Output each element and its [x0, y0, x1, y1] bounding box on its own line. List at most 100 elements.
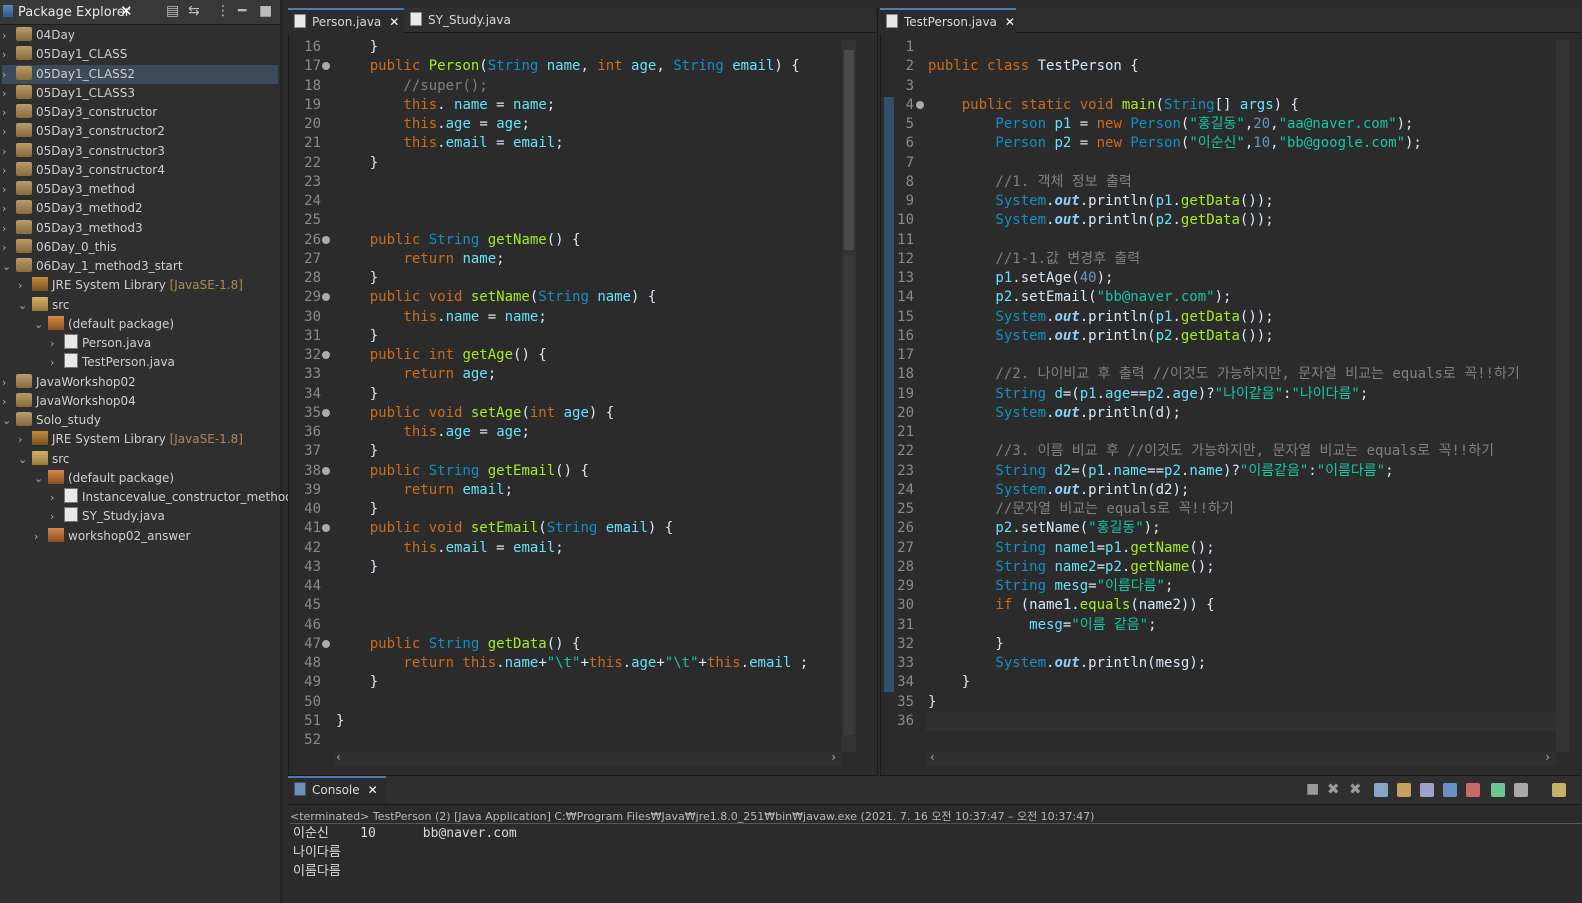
code-line[interactable]: } — [336, 673, 378, 692]
code-line[interactable]: public int getAge() { — [336, 346, 547, 365]
code-line[interactable]: } — [336, 558, 378, 577]
chevron-right-icon[interactable]: › — [50, 353, 64, 372]
close-tab-icon[interactable]: ✕ — [1005, 15, 1015, 29]
code-line[interactable]: String d=(p1.age==p2.age)?"나이같음":"나이다름"; — [928, 385, 1368, 404]
tree-item[interactable]: › Instancevalue_constructor_method.ja — [50, 488, 307, 507]
code-line[interactable]: this.email = email; — [336, 134, 563, 153]
chevron-right-icon[interactable]: › — [2, 26, 16, 45]
fold-toggle-icon[interactable] — [916, 100, 924, 109]
tree-item[interactable]: ⌄ (default package) — [34, 469, 278, 488]
tree-item[interactable]: › workshop02_answer — [34, 527, 278, 546]
code-line[interactable]: public void setName(String name) { — [336, 288, 657, 307]
scrollbar-thumb[interactable] — [844, 50, 854, 250]
code-line[interactable]: //1. 객체 정보 출력 — [928, 173, 1131, 192]
chevron-down-icon[interactable]: ⌄ — [18, 450, 32, 469]
chevron-right-icon[interactable]: › — [2, 373, 16, 392]
scroll-right-icon[interactable]: › — [831, 750, 836, 764]
tab-testperson-java[interactable]: TestPerson.java ✕ — [880, 8, 1016, 34]
close-icon[interactable]: ✕ — [120, 2, 133, 20]
chevron-right-icon[interactable]: › — [34, 527, 48, 546]
maximize-icon[interactable]: ■ — [259, 3, 272, 19]
code-line[interactable]: } — [336, 442, 378, 461]
chevron-right-icon[interactable]: › — [2, 84, 16, 103]
fold-toggle-icon[interactable] — [322, 639, 330, 648]
chevron-down-icon[interactable]: ⌄ — [2, 411, 16, 430]
code-line[interactable]: //2. 나이비교 후 출력 //이것도 가능하지만, 문자열 비교는 equa… — [928, 365, 1519, 384]
code-line[interactable]: System.out.println(p2.getData()); — [928, 211, 1273, 230]
show-on-error-icon[interactable] — [1466, 783, 1480, 797]
code-line[interactable]: if (name1.equals(name2)) { — [928, 596, 1214, 615]
chevron-right-icon[interactable]: › — [50, 507, 64, 526]
tree-item[interactable]: › 05Day3_method3 — [2, 219, 278, 238]
code-line[interactable]: public String getName() { — [336, 231, 581, 250]
tree-item[interactable]: ⌄ 06Day_1_method3_start — [2, 257, 278, 276]
scroll-lock-icon[interactable] — [1397, 783, 1411, 797]
tree-item[interactable]: › JavaWorkshop02 — [2, 373, 278, 392]
chevron-right-icon[interactable]: › — [2, 142, 16, 161]
code-line[interactable]: //3. 이름 비교 후 //이것도 가능하지만, 문자열 비교는 equals… — [928, 442, 1494, 461]
tree-item[interactable]: › JavaWorkshop04 — [2, 392, 278, 411]
tree-item[interactable]: › 05Day1_CLASS2 — [2, 64, 278, 84]
code-line[interactable]: p2.setName("홍길동"); — [928, 519, 1160, 538]
code-line[interactable]: return this.name+"\t"+this.age+"\t"+this… — [336, 654, 808, 673]
code-line[interactable]: return email; — [336, 481, 513, 500]
tab-person-java[interactable]: Person.java ✕ — [288, 8, 404, 34]
chevron-right-icon[interactable]: › — [2, 180, 16, 199]
fold-toggle-icon[interactable] — [322, 466, 330, 475]
chevron-right-icon[interactable]: › — [2, 45, 16, 64]
tree-item[interactable]: › JRE System Library [JavaSE-1.8] — [18, 430, 278, 449]
code-line[interactable]: return age; — [336, 365, 496, 384]
tree-item[interactable]: ⌄ src — [18, 296, 278, 315]
chevron-right-icon[interactable]: › — [18, 276, 32, 295]
code-line[interactable]: this.age = age; — [336, 115, 530, 134]
tab-sy-study-java[interactable]: SY_Study.java — [404, 8, 520, 32]
code-line[interactable]: mesg="이름 같음"; — [928, 616, 1156, 635]
terminate-icon[interactable]: ■ — [1306, 781, 1319, 797]
code-line[interactable]: System.out.println(p2.getData()); — [928, 327, 1273, 346]
code-line[interactable]: this.age = age; — [336, 423, 530, 442]
remove-all-icon[interactable]: ✖ — [1349, 780, 1362, 798]
horizontal-scrollbar[interactable]: ‹ › — [334, 750, 842, 766]
remove-launch-icon[interactable]: ✖ — [1327, 780, 1340, 798]
fold-toggle-icon[interactable] — [322, 235, 330, 244]
code-line[interactable]: public Person(String name, int age, Stri… — [336, 57, 800, 76]
code-line[interactable]: } — [928, 635, 1003, 654]
tree-item[interactable]: › 05Day3_constructor3 — [2, 142, 278, 161]
code-line[interactable]: String name1=p1.getName(); — [928, 539, 1214, 558]
fold-toggle-icon[interactable] — [322, 408, 330, 417]
chevron-right-icon[interactable]: › — [50, 334, 64, 353]
code-line[interactable]: System.out.println(d2); — [928, 481, 1189, 500]
code-line[interactable]: Person p2 = new Person("이순신",10,"bb@goog… — [928, 134, 1421, 153]
code-line[interactable]: this.email = email; — [336, 539, 563, 558]
chevron-right-icon[interactable]: › — [2, 103, 16, 122]
code-line[interactable]: System.out.println(d); — [928, 404, 1180, 423]
chevron-down-icon[interactable]: ⌄ — [34, 315, 48, 334]
tree-item[interactable]: › 04Day — [2, 26, 278, 45]
scroll-right-icon[interactable]: › — [1545, 750, 1550, 764]
chevron-down-icon[interactable]: ⌄ — [18, 296, 32, 315]
close-tab-icon[interactable]: ✕ — [389, 15, 399, 29]
code-line[interactable]: } — [336, 38, 378, 57]
collapse-all-icon[interactable]: ▤ — [166, 3, 179, 19]
minimize-icon[interactable]: ━ — [238, 3, 246, 19]
view-menu-icon[interactable]: ⋮ — [216, 3, 230, 19]
close-tab-icon[interactable]: ✕ — [368, 783, 378, 797]
code-line[interactable]: System.out.println(mesg); — [928, 654, 1206, 673]
code-line[interactable]: this.name = name; — [336, 308, 546, 327]
horizontal-scrollbar[interactable]: ‹ › — [926, 750, 1556, 766]
tree-item[interactable]: ⌄ src — [18, 450, 278, 469]
code-line[interactable]: //1-1.값 변경후 출력 — [928, 250, 1140, 269]
code-line[interactable]: public void setEmail(String email) { — [336, 519, 673, 538]
code-line[interactable]: } — [336, 154, 378, 173]
chevron-down-icon[interactable]: ⌄ — [2, 257, 16, 276]
vertical-scrollbar[interactable] — [1556, 40, 1570, 752]
tab-console[interactable]: Console ✕ — [288, 776, 386, 804]
code-line[interactable]: System.out.println(p1.getData()); — [928, 308, 1273, 327]
code-line[interactable]: p2.setEmail("bb@naver.com"); — [928, 288, 1231, 307]
vertical-scrollbar[interactable] — [842, 40, 856, 752]
chevron-right-icon[interactable]: › — [2, 199, 16, 218]
tree-item[interactable]: ⌄ Solo_study — [2, 411, 278, 430]
code-line[interactable]: } — [336, 269, 378, 288]
tree-item[interactable]: › 05Day3_constructor2 — [2, 122, 278, 141]
code-line[interactable]: } — [336, 500, 378, 519]
